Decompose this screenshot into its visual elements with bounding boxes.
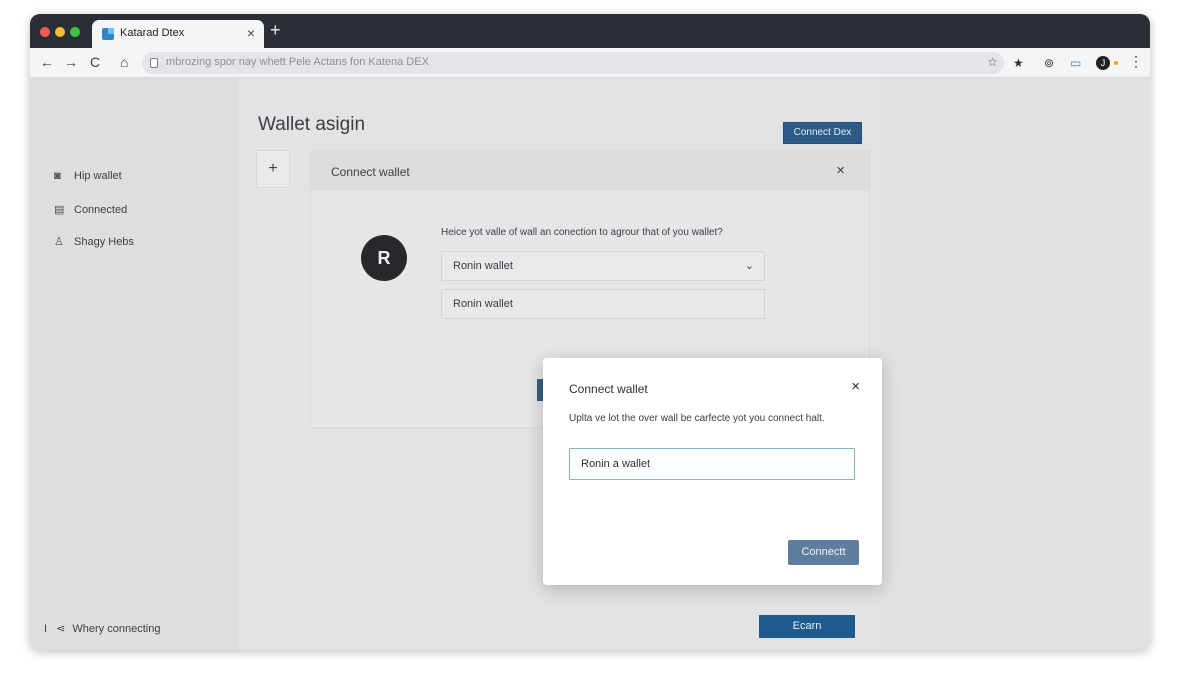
sidebar-item-label: Connected — [74, 204, 128, 216]
sidebar-item-label: Hip wallet — [74, 170, 122, 182]
home-icon[interactable]: ⌂ — [120, 54, 128, 70]
profile-avatar[interactable]: J — [1096, 56, 1110, 70]
footer-prefix: I — [44, 623, 48, 635]
ronin-logo-icon: R — [361, 235, 407, 281]
tab-title: Katarad Dtex — [120, 27, 185, 39]
add-wallet-button[interactable]: + — [256, 150, 290, 188]
browser-window: Katarad Dtex × + ← → C ⌂ mbrozing spor n… — [30, 14, 1150, 650]
wallet-select[interactable]: Ronin wallet ⌄ — [441, 251, 765, 281]
camera-icon: ◙ — [54, 170, 61, 182]
extension-wallet-icon[interactable]: ▭ — [1070, 56, 1081, 70]
address-bar[interactable]: mbrozing spor nay whett Pele Actans fon … — [142, 52, 1004, 74]
notification-dot-icon — [1114, 61, 1118, 65]
chevron-down-icon: ⌄ — [744, 260, 754, 272]
maximize-window-button[interactable] — [70, 27, 80, 37]
wallet-option-label: Ronin wallet — [453, 298, 513, 310]
close-window-button[interactable] — [40, 27, 50, 37]
browser-menu-icon[interactable]: ⋮ — [1129, 53, 1143, 70]
bookmark-star-icon[interactable]: ☆ — [987, 55, 998, 69]
connection-status-label: Whery connecting — [72, 623, 161, 635]
wallet-select-value: Ronin wallet — [453, 260, 513, 272]
minimize-window-button[interactable] — [55, 27, 65, 37]
tab-close-icon[interactable]: × — [247, 25, 255, 41]
right-area — [878, 78, 1150, 650]
card-icon: ▤ — [54, 204, 65, 216]
share-icon: ⋖ — [56, 623, 66, 635]
sidebar: ◙ Hip wallet ▤ Connected ♙ Shagy Hebs I ⋖ W… — [30, 78, 238, 650]
tab-bar: Katarad Dtex × + — [30, 14, 1150, 48]
sidebar-item-shagy-hebs[interactable]: ♙ Shagy Hebs — [54, 235, 134, 248]
connection-status[interactable]: I ⋖ Whery connecting — [44, 622, 160, 635]
connect-button[interactable]: Connectt — [788, 540, 859, 565]
forward-icon[interactable]: → — [64, 54, 78, 70]
user-icon: ♙ — [54, 236, 64, 248]
sidebar-item-connected[interactable]: ▤ Connected — [54, 203, 127, 216]
lock-icon — [150, 58, 158, 68]
page-content: ◙ Hip wallet ▤ Connected ♙ Shagy Hebs I ⋖ W… — [30, 78, 1150, 650]
connect-wallet-modal: Connect wallet × Uplta ve lot the over w… — [543, 358, 882, 585]
close-icon[interactable]: × — [851, 378, 860, 395]
browser-toolbar: ← → C ⌂ mbrozing spor nay whett Pele Act… — [30, 48, 1150, 78]
tab-active[interactable]: Katarad Dtex × — [92, 20, 264, 48]
sidebar-item-label: Shagy Hebs — [74, 236, 134, 248]
earn-button[interactable]: Ecarn — [759, 615, 855, 638]
sidebar-item-hip-wallet[interactable]: ◙ Hip wallet — [54, 170, 122, 182]
site-favicon-icon — [102, 28, 114, 40]
modal-description: Uplta ve lot the over wall be carfecte y… — [569, 413, 825, 424]
address-url: mbrozing spor nay whett Pele Actans fon … — [166, 56, 429, 68]
modal-title: Connect wallet — [569, 382, 648, 396]
back-icon[interactable]: ← — [40, 54, 54, 70]
wallet-question: Heice yot valle of wall an conection to … — [441, 227, 723, 238]
new-tab-icon[interactable]: + — [270, 20, 281, 41]
extension-icon[interactable]: ⊚ — [1044, 56, 1054, 70]
page-title: Wallet asigin — [258, 114, 366, 135]
close-icon[interactable]: × — [836, 162, 845, 179]
panel-header: Connect wallet × — [311, 151, 869, 191]
reload-icon[interactable]: C — [90, 54, 100, 70]
bookmarks-icon[interactable]: ★ — [1013, 56, 1024, 70]
wallet-name-input[interactable] — [569, 448, 855, 480]
connect-dex-button[interactable]: Connect Dex — [783, 122, 862, 144]
panel-title: Connect wallet — [331, 165, 410, 179]
wallet-option[interactable]: Ronin wallet — [441, 289, 765, 319]
